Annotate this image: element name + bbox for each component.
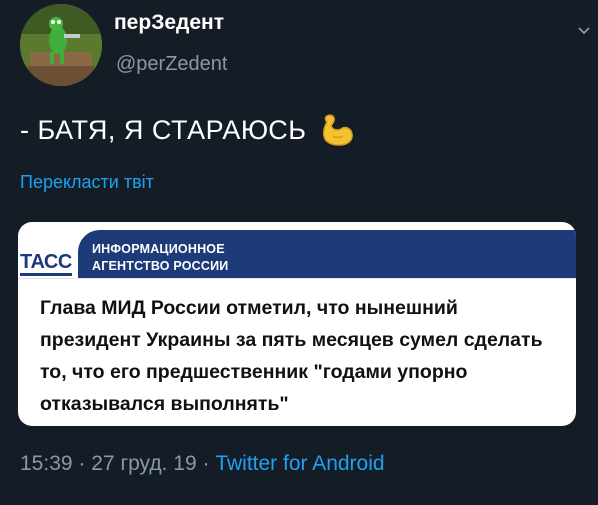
agency-line-1: ИНФОРМАЦИОННОЕ [92, 242, 225, 256]
chevron-down-icon[interactable] [576, 22, 592, 38]
agency-line-2: АГЕНТСТВО РОССИИ [92, 259, 229, 273]
tweet-text: - БАТЯ, Я СТАРАЮСЬ [20, 114, 307, 145]
avatar[interactable] [20, 4, 102, 86]
avatar-image [20, 4, 102, 86]
flexed-biceps-icon [319, 112, 355, 148]
card-header: ТАСС ИНФОРМАЦИОННОЕ АГЕНТСТВО РОССИИ [18, 222, 576, 279]
username-handle[interactable]: @perZedent [116, 53, 227, 76]
tweet-time: 15:39 [20, 452, 73, 475]
embedded-image-card[interactable]: ТАСС ИНФОРМАЦИОННОЕ АГЕНТСТВО РОССИИ Гла… [18, 222, 576, 426]
client-link[interactable]: Twitter for Android [215, 452, 384, 475]
tweet-meta: 15:39 · 27 груд. 19 · Twitter for Androi… [20, 452, 385, 476]
translate-tweet-link[interactable]: Перекласти твіт [20, 172, 154, 193]
tweet-date: 27 груд. 19 [91, 452, 197, 475]
meta-separator: · [202, 452, 210, 475]
display-name[interactable]: перЗедент [114, 11, 224, 35]
meta-separator: · [78, 452, 86, 475]
tweet-text-row: - БАТЯ, Я СТАРАЮСЬ [20, 112, 355, 148]
agency-banner: ИНФОРМАЦИОННОЕ АГЕНТСТВО РОССИИ [78, 230, 576, 278]
tass-logo: ТАСС [20, 252, 72, 276]
card-headline: Глава МИД России отметил, что нынешний п… [40, 297, 543, 415]
